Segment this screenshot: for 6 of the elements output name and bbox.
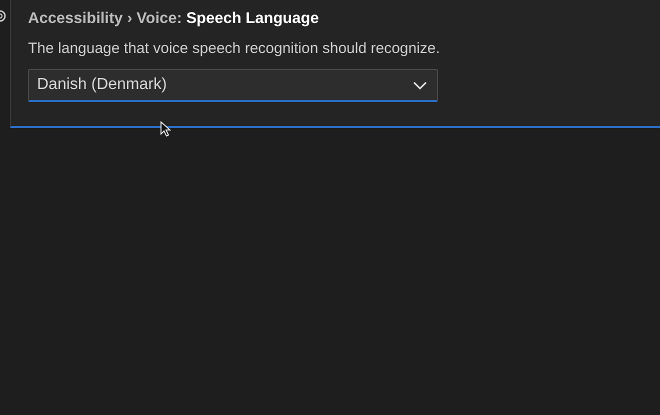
chevron-down-icon: [413, 80, 427, 90]
settings-icon[interactable]: [0, 8, 8, 24]
cursor-icon: [160, 121, 171, 137]
setting-description: The language that voice speech recognition should recognize.: [28, 39, 441, 59]
setting-title: Accessibility › Voice: Speech Language: [28, 9, 320, 29]
language-dropdown[interactable]: Danish (Denmark): [28, 69, 438, 102]
